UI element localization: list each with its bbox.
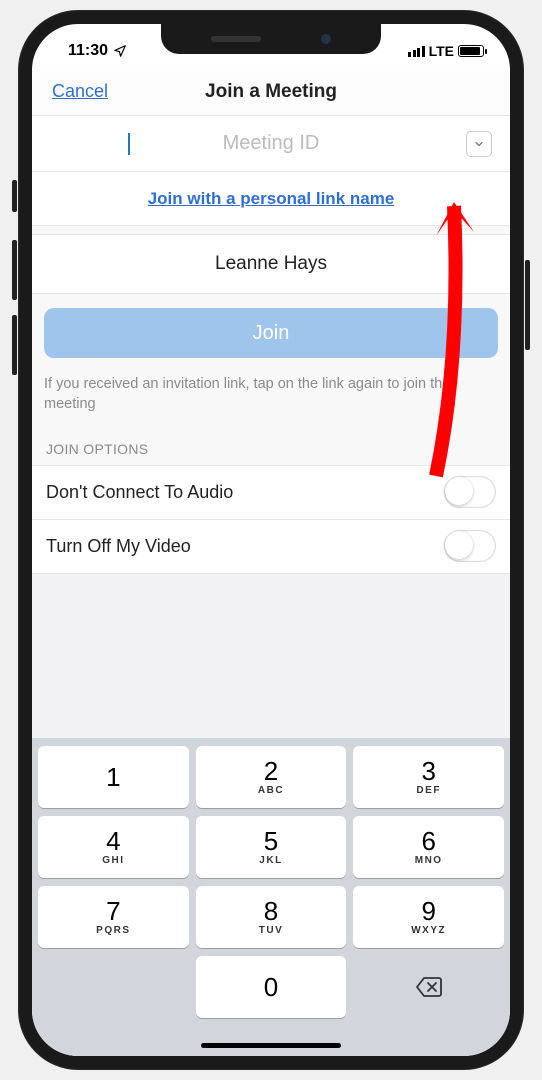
side-button-silence — [12, 180, 17, 212]
key-3[interactable]: 3DEF — [353, 746, 504, 808]
join-options-header: JOIN OPTIONS — [32, 429, 510, 466]
key-8[interactable]: 8TUV — [196, 886, 347, 948]
key-4[interactable]: 4GHI — [38, 816, 189, 878]
user-name-input[interactable]: Leanne Hays — [215, 253, 327, 275]
meeting-id-dropdown[interactable] — [466, 131, 492, 157]
toggle-dont-connect-audio[interactable] — [444, 476, 496, 508]
key-0[interactable]: 0 — [196, 956, 347, 1018]
speaker — [211, 36, 261, 42]
numeric-keypad: 1 2ABC 3DEF 4GHI 5JKL 6MNO 7PQRS 8TUV 9W… — [32, 738, 510, 1056]
network-label: LTE — [429, 43, 454, 59]
notch — [161, 24, 381, 54]
key-1[interactable]: 1 — [38, 746, 189, 808]
signal-icon — [408, 46, 425, 57]
chevron-down-icon — [473, 138, 485, 150]
nav-bar: Cancel Join a Meeting — [32, 68, 510, 116]
key-9[interactable]: 9WXYZ — [353, 886, 504, 948]
personal-link[interactable]: Join with a personal link name — [148, 189, 395, 209]
key-6[interactable]: 6MNO — [353, 816, 504, 878]
option-turn-off-video: Turn Off My Video — [32, 520, 510, 574]
screen: 11:30 LTE Cancel Join a Meeting — [32, 24, 510, 1056]
meeting-id-input[interactable] — [128, 132, 415, 155]
key-2[interactable]: 2ABC — [196, 746, 347, 808]
key-5[interactable]: 5JKL — [196, 816, 347, 878]
cancel-button[interactable]: Cancel — [52, 81, 108, 102]
option-dont-connect-audio: Don't Connect To Audio — [32, 466, 510, 520]
join-section: Join — [32, 294, 510, 368]
join-button[interactable]: Join — [44, 308, 498, 358]
location-icon — [113, 44, 127, 58]
key-empty — [38, 956, 189, 1018]
side-button-power — [525, 260, 530, 350]
side-button-volume-down — [12, 315, 17, 375]
toggle-turn-off-video[interactable] — [444, 530, 496, 562]
invitation-hint: If you received an invitation link, tap … — [32, 368, 510, 429]
option-label: Turn Off My Video — [46, 536, 191, 557]
side-button-volume-up — [12, 240, 17, 300]
front-camera — [321, 34, 331, 44]
personal-link-row: Join with a personal link name — [32, 172, 510, 226]
page-title: Join a Meeting — [205, 81, 337, 103]
backspace-icon — [415, 976, 443, 998]
phone-frame: 11:30 LTE Cancel Join a Meeting — [18, 10, 524, 1070]
option-label: Don't Connect To Audio — [46, 482, 233, 503]
meeting-id-row[interactable] — [32, 116, 510, 172]
key-backspace[interactable] — [353, 956, 504, 1018]
content: Join with a personal link name Leanne Ha… — [32, 116, 510, 1056]
battery-icon — [458, 45, 484, 57]
key-7[interactable]: 7PQRS — [38, 886, 189, 948]
status-time: 11:30 — [68, 42, 108, 60]
spacer — [32, 574, 510, 738]
home-indicator[interactable] — [201, 1043, 341, 1048]
name-row[interactable]: Leanne Hays — [32, 234, 510, 294]
